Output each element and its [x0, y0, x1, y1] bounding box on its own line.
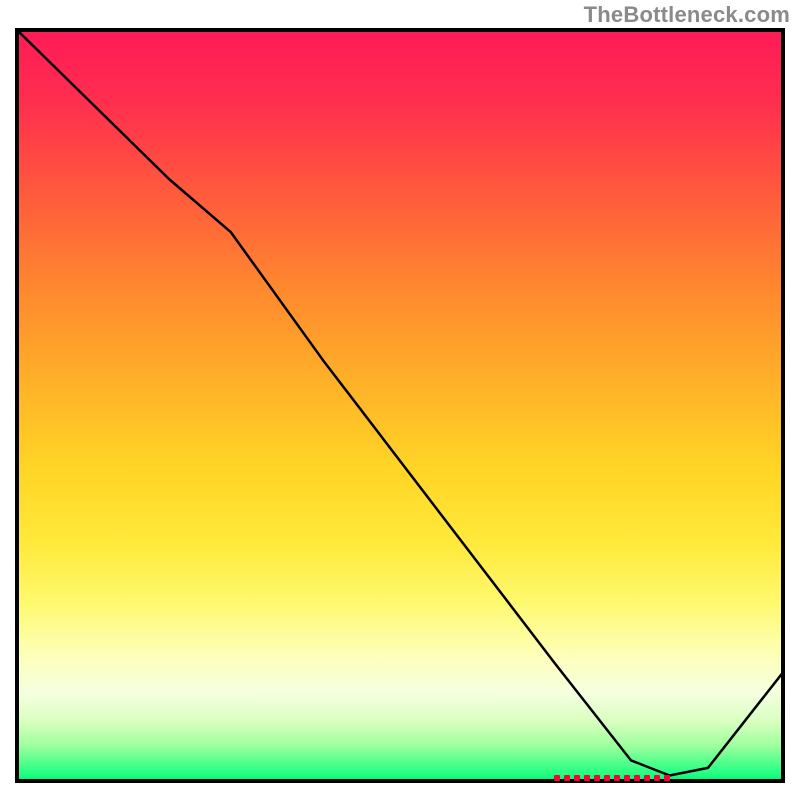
plot-frame: [15, 28, 785, 783]
chart-container: TheBottleneck.com: [0, 0, 800, 800]
gradient-background: [15, 28, 785, 783]
watermark-text: TheBottleneck.com: [584, 2, 790, 28]
optimal-marker: [554, 775, 677, 781]
